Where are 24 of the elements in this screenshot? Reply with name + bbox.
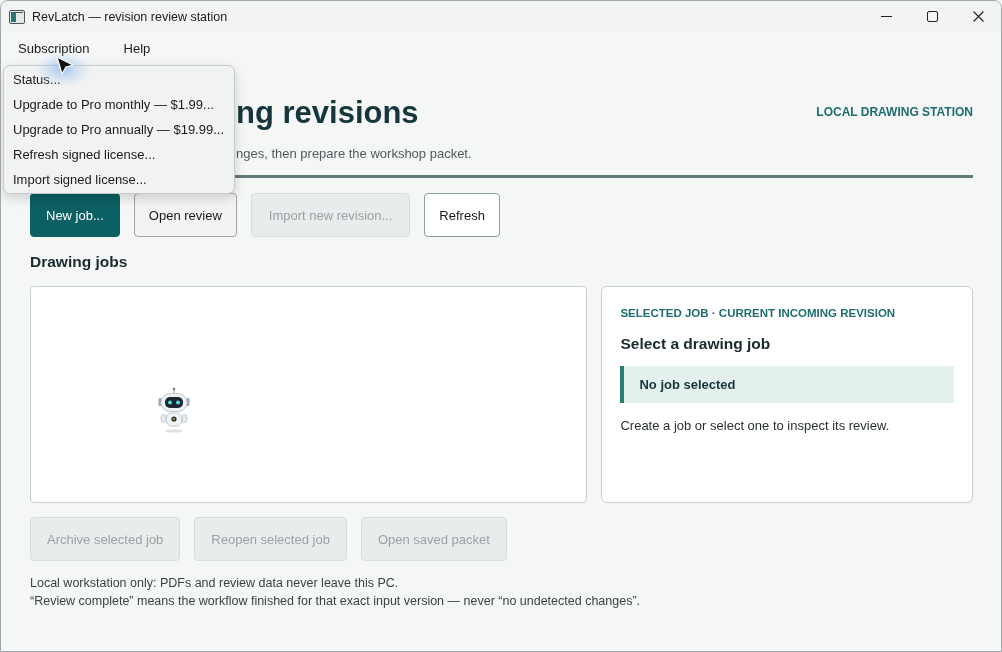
action-button[interactable]: Refresh: [424, 193, 500, 237]
menu-item[interactable]: Help: [111, 34, 164, 62]
status-callout: No job selected: [620, 366, 954, 403]
card-text: Create a job or select one to inspect its review.: [620, 417, 891, 435]
menu-option[interactable]: Refresh signed license...: [4, 142, 234, 167]
menu-option[interactable]: Upgrade to Pro annually — $19.99...: [4, 117, 234, 142]
page-subtitle: nges, then prepare the workshop packet.: [236, 145, 473, 163]
menu-option[interactable]: Import signed license...: [4, 167, 234, 192]
robot-icon: [156, 387, 192, 433]
app-icon: [9, 9, 25, 24]
menu-option[interactable]: Upgrade to Pro monthly — $1.99...: [4, 92, 234, 117]
maximize-icon: [926, 11, 938, 22]
section-heading: Drawing jobs: [30, 252, 129, 272]
card-title: Select a drawing job: [620, 334, 772, 354]
station-label: LOCAL DRAWING STATION: [816, 105, 973, 119]
page-heading: ng revisions: [236, 94, 420, 132]
card-eyebrow: SELECTED JOB · CURRENT INCOMING REVISION: [620, 306, 897, 321]
menu-option[interactable]: Status...: [4, 67, 234, 92]
close-icon: [972, 11, 984, 22]
action-button[interactable]: New job...: [30, 193, 120, 237]
footnote: “Review complete” means the workflow finished for that exact input version — never “no undetected changes”.: [30, 593, 642, 610]
footnote: Local workstation only: PDFs and review data never leave this PC.: [30, 575, 400, 592]
window-title: RevLatch — revision review station: [32, 9, 228, 24]
action-button[interactable]: Open review: [133, 193, 237, 237]
